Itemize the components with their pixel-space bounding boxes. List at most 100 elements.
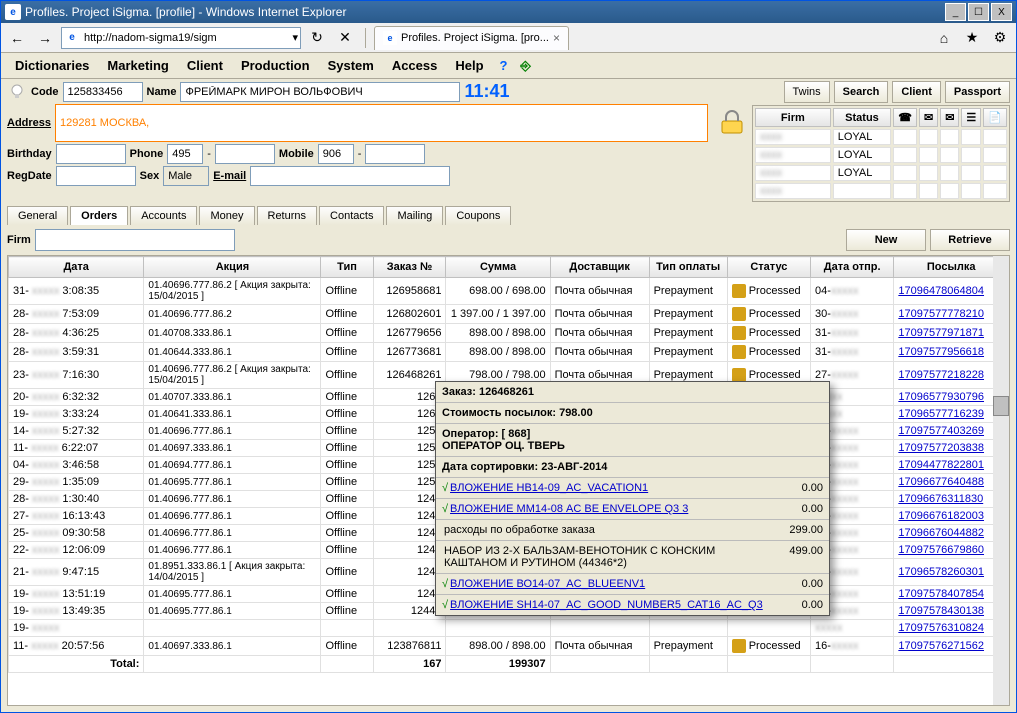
- parcel-link[interactable]: 17097577403269: [894, 423, 1009, 440]
- url-input[interactable]: [80, 32, 292, 44]
- table-row[interactable]: 28-xxxxx4:36:2501.40708.333.86.1Offline1…: [9, 324, 1009, 343]
- firm-row[interactable]: xxxx: [755, 183, 1007, 199]
- tools-button[interactable]: ⚙: [988, 26, 1012, 50]
- favorites-button[interactable]: ★: [960, 26, 984, 50]
- exit-icon[interactable]: ⎆: [516, 56, 536, 76]
- url-bar[interactable]: e ▾: [61, 27, 301, 49]
- client-button[interactable]: Client: [892, 81, 941, 103]
- menu-marketing[interactable]: Marketing: [99, 56, 176, 75]
- list-icon: ☰: [961, 108, 981, 127]
- home-button[interactable]: ⌂: [932, 26, 956, 50]
- birthday-input[interactable]: [56, 144, 126, 164]
- grid-header[interactable]: Дата отпр.: [811, 257, 894, 278]
- tab-close-button[interactable]: ×: [553, 31, 560, 45]
- grid-header[interactable]: Тип: [321, 257, 373, 278]
- url-chevron-icon[interactable]: ▾: [292, 31, 298, 44]
- tab-coupons[interactable]: Coupons: [445, 206, 511, 225]
- grid-header[interactable]: Акция: [144, 257, 321, 278]
- grid-header[interactable]: Доставщик: [550, 257, 649, 278]
- tab-orders[interactable]: Orders: [70, 206, 128, 225]
- table-row[interactable]: 11-xxxxx20:57:5601.40697.333.86.1Offline…: [9, 637, 1009, 656]
- retrieve-button[interactable]: Retrieve: [930, 229, 1010, 251]
- new-button[interactable]: New: [846, 229, 926, 251]
- tab-money[interactable]: Money: [199, 206, 254, 225]
- parcel-link[interactable]: 17097577203838: [894, 440, 1009, 457]
- firm-select-label: Firm: [7, 234, 31, 246]
- parcel-link[interactable]: 17096676182003: [894, 508, 1009, 525]
- menu-access[interactable]: Access: [384, 56, 446, 75]
- parcel-link[interactable]: 17096578260301: [894, 559, 1009, 586]
- tooltip-item-link[interactable]: ВЛОЖЕНИЕ ВО14-07_AC_BLUEENV1: [450, 578, 773, 590]
- tab-mailing[interactable]: Mailing: [386, 206, 443, 225]
- code-input[interactable]: [63, 82, 143, 102]
- table-row[interactable]: 28-xxxxx3:59:3101.40644.333.86.1Offline1…: [9, 343, 1009, 362]
- parcel-link[interactable]: 17096577716239: [894, 406, 1009, 423]
- twins-button[interactable]: Twins: [784, 81, 830, 103]
- menu-help[interactable]: Help: [447, 56, 491, 75]
- parcel-link[interactable]: 17096676311830: [894, 491, 1009, 508]
- window-minimize-button[interactable]: _: [945, 3, 966, 21]
- parcel-link[interactable]: 17097576271562: [894, 637, 1009, 656]
- stop-button[interactable]: ✕: [333, 26, 357, 50]
- tooltip-item-link[interactable]: ВЛОЖЕНИЕ SH14-07_AC_GOOD_NUMBER5_CAT16_A…: [450, 599, 773, 611]
- nav-forward-button[interactable]: →: [33, 26, 57, 50]
- parcel-link[interactable]: 17097577971871: [894, 324, 1009, 343]
- parcel-link[interactable]: 17094477822801: [894, 457, 1009, 474]
- parcel-link[interactable]: 17096478064804: [894, 278, 1009, 305]
- table-row[interactable]: 31-xxxxx3:08:3501.40696.777.86.2 [ Акция…: [9, 278, 1009, 305]
- menu-dictionaries[interactable]: Dictionaries: [7, 56, 97, 75]
- phone-code-input[interactable]: [167, 144, 203, 164]
- address-text: 129281 МОСКВА,: [60, 117, 149, 129]
- parcel-link[interactable]: 17097577218228: [894, 362, 1009, 389]
- parcel-link[interactable]: 17096577930796: [894, 389, 1009, 406]
- parcel-link[interactable]: 17097576310824: [894, 620, 1009, 637]
- address-box[interactable]: 129281 МОСКВА,: [55, 104, 708, 142]
- phone-input[interactable]: [215, 144, 275, 164]
- window-title: Profiles. Project iSigma. [profile] - Wi…: [25, 5, 945, 19]
- menu-production[interactable]: Production: [233, 56, 318, 75]
- menu-system[interactable]: System: [320, 56, 382, 75]
- grid-header[interactable]: Статус: [727, 257, 810, 278]
- window-close-button[interactable]: X: [991, 3, 1012, 21]
- table-row[interactable]: 19-xxxxxxxxxx17097576310824: [9, 620, 1009, 637]
- tab-general[interactable]: General: [7, 206, 68, 225]
- tab-accounts[interactable]: Accounts: [130, 206, 197, 225]
- tooltip-item-link[interactable]: ВЛОЖЕНИЕ ММ14-08 AC BE ENVELOPE Q3 3: [450, 503, 773, 515]
- mobile-code-input[interactable]: [318, 144, 354, 164]
- parcel-link[interactable]: 17097577778210: [894, 305, 1009, 324]
- passport-button[interactable]: Passport: [945, 81, 1010, 103]
- refresh-button[interactable]: ↻: [305, 26, 329, 50]
- grid-header[interactable]: Тип оплаты: [649, 257, 727, 278]
- parcel-link[interactable]: 17097577956618: [894, 343, 1009, 362]
- grid-header[interactable]: Сумма: [446, 257, 550, 278]
- parcel-link[interactable]: 17096677640488: [894, 474, 1009, 491]
- menu-client[interactable]: Client: [179, 56, 231, 75]
- nav-back-button[interactable]: ←: [5, 26, 29, 50]
- browser-tab[interactable]: e Profiles. Project iSigma. [pro... ×: [374, 26, 569, 50]
- firm-row[interactable]: xxxxLOYAL: [755, 129, 1007, 145]
- code-label: Code: [31, 86, 59, 98]
- grid-header[interactable]: Посылка: [894, 257, 1009, 278]
- firm-select[interactable]: [35, 229, 235, 251]
- tab-contacts[interactable]: Contacts: [319, 206, 384, 225]
- parcel-link[interactable]: 17097578430138: [894, 603, 1009, 620]
- help-icon[interactable]: ?: [494, 56, 514, 76]
- parcel-link[interactable]: 17097578407854: [894, 586, 1009, 603]
- window-maximize-button[interactable]: ☐: [968, 3, 989, 21]
- firm-row[interactable]: xxxxLOYAL: [755, 147, 1007, 163]
- parcel-link[interactable]: 17096676044882: [894, 525, 1009, 542]
- parcel-link[interactable]: 17097576679860: [894, 542, 1009, 559]
- grid-header[interactable]: Дата: [9, 257, 144, 278]
- email-input[interactable]: [250, 166, 450, 186]
- firm-row[interactable]: xxxxLOYAL: [755, 165, 1007, 181]
- regdate-label: RegDate: [7, 170, 52, 182]
- search-button[interactable]: Search: [834, 81, 889, 103]
- grid-header[interactable]: Заказ №: [373, 257, 446, 278]
- tab-returns[interactable]: Returns: [257, 206, 318, 225]
- mobile-input[interactable]: [365, 144, 425, 164]
- tooltip-item-link[interactable]: ВЛОЖЕНИЕ НВ14-09_AC_VACATION1: [450, 482, 773, 494]
- regdate-input[interactable]: [56, 166, 136, 186]
- grid-scrollbar[interactable]: [993, 256, 1009, 705]
- table-row[interactable]: 28-xxxxx7:53:0901.40696.777.86.2Offline1…: [9, 305, 1009, 324]
- name-input[interactable]: [180, 82, 460, 102]
